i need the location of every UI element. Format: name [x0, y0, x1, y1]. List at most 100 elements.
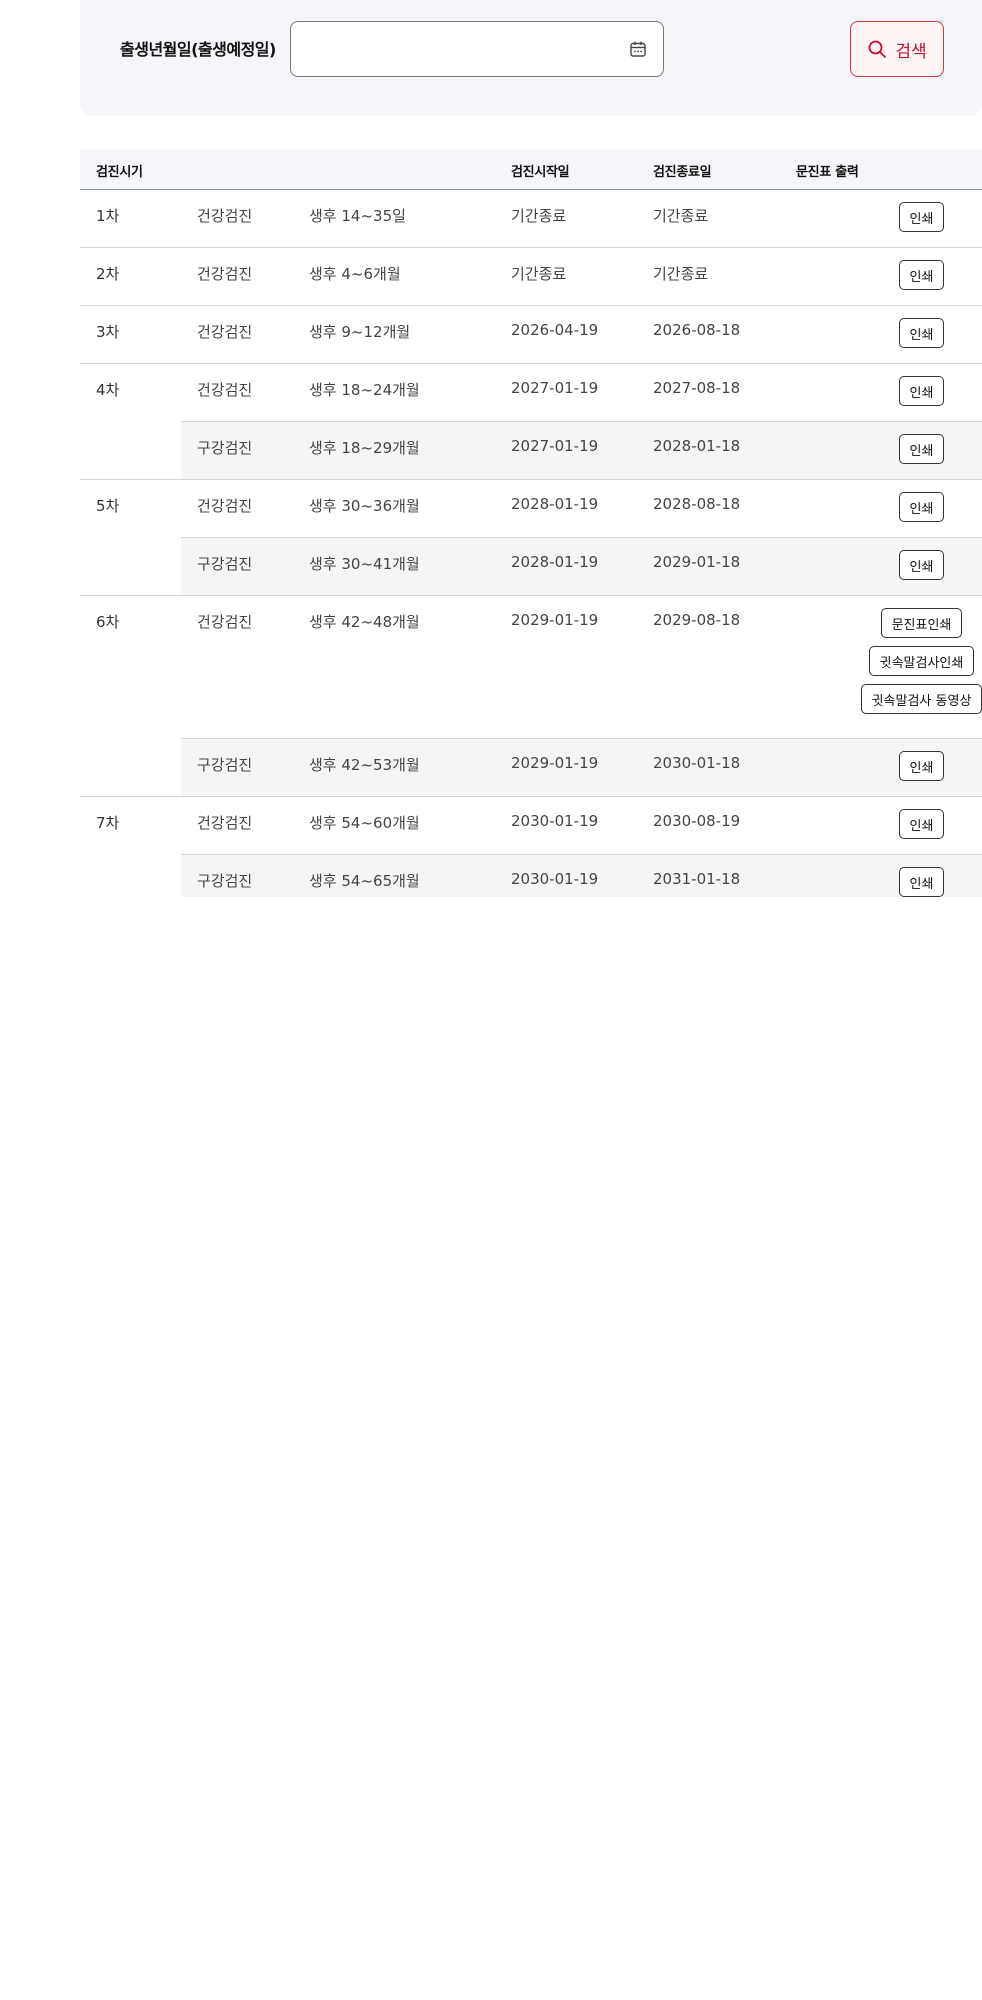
print-button[interactable]: 인쇄: [898, 751, 945, 781]
header-start-date: 검진시작일: [511, 165, 570, 180]
checkup-age-range: 생후 18~29개월: [309, 439, 420, 457]
checkup-end-date: 2028-08-18: [653, 495, 741, 513]
print-buttons: 인쇄: [861, 260, 982, 290]
birthdate-input[interactable]: [291, 22, 611, 76]
print-buttons: 인쇄: [861, 202, 982, 232]
print-button[interactable]: 인쇄: [898, 260, 945, 290]
checkup-age-range: 생후 30~36개월: [309, 497, 420, 515]
header-print: 문진표 출력: [796, 165, 859, 180]
print-button[interactable]: 인쇄: [898, 434, 945, 464]
print-button[interactable]: 인쇄: [898, 550, 945, 580]
checkup-age-range: 생후 42~53개월: [309, 756, 420, 774]
print-buttons: 인쇄: [861, 867, 982, 897]
search-button-label: 검색: [895, 41, 927, 62]
checkup-end-date: 2026-08-18: [653, 321, 741, 339]
table-row-group: 5차 건강검진 생후 30~36개월 2028-01-19 2028-08-18 인쇄 구강…: [80, 480, 982, 596]
checkup-end-date: 2029-01-18: [653, 553, 741, 571]
checkup-type: 건강검진: [197, 381, 253, 399]
print-buttons: 문진표인쇄귓속말검사인쇄귓속말검사 동영상: [860, 608, 982, 714]
table-row: 건강검진 생후 14~35일 기간종료 기간종료 인쇄: [181, 190, 982, 247]
checkup-type: 건강검진: [197, 497, 253, 515]
table-row-group: 4차 건강검진 생후 18~24개월 2027-01-19 2027-08-18 인쇄 구강…: [80, 364, 982, 480]
checkup-start-date: 2029-01-19: [511, 611, 599, 629]
checkup-type: 구강검진: [197, 439, 253, 457]
table-row: 건강검진 생후 42~48개월 2029-01-19 2029-08-18 문진표인쇄귓…: [181, 596, 982, 738]
checkup-start-date: 2029-01-19: [511, 754, 599, 772]
checkup-age-range: 생후 14~35일: [309, 207, 406, 225]
print-button[interactable]: 인쇄: [898, 492, 945, 522]
checkup-age-range: 생후 18~24개월: [309, 381, 420, 399]
print-buttons: 인쇄: [861, 550, 982, 580]
checkup-end-date: 2030-08-19: [653, 812, 741, 830]
checkup-start-date: 2027-01-19: [511, 379, 599, 397]
checkup-end-date: 기간종료: [653, 207, 709, 225]
checkup-age-range: 생후 9~12개월: [309, 323, 411, 341]
print-button[interactable]: 귓속말검사 동영상: [860, 684, 982, 714]
checkup-type: 건강검진: [197, 265, 253, 283]
checkup-start-date: 2030-01-19: [511, 812, 599, 830]
checkup-start-date: 2030-01-19: [511, 870, 599, 888]
search-button[interactable]: 검색: [850, 21, 944, 77]
print-button[interactable]: 문진표인쇄: [880, 608, 963, 638]
table-row: 구강검진 생후 30~41개월 2028-01-19 2029-01-18 인쇄: [181, 537, 982, 595]
table-row-group: 2차 건강검진 생후 4~6개월 기간종료 기간종료 인쇄: [80, 248, 982, 306]
checkup-age-range: 생후 54~65개월: [309, 872, 420, 890]
calendar-icon[interactable]: [629, 40, 647, 58]
checkup-period: 2차: [96, 265, 120, 283]
table-row-group: 7차 건강검진 생후 54~60개월 2030-01-19 2030-08-19 인쇄 구강…: [80, 797, 982, 897]
print-buttons: 인쇄: [861, 434, 982, 464]
checkup-end-date: 2029-08-18: [653, 611, 741, 629]
table-row: 건강검진 생후 18~24개월 2027-01-19 2027-08-18 인쇄: [181, 364, 982, 421]
checkup-period: 1차: [96, 207, 120, 225]
checkup-end-date: 2027-08-18: [653, 379, 741, 397]
checkup-type: 구강검진: [197, 756, 253, 774]
checkup-type: 건강검진: [197, 323, 253, 341]
table-row: 구강검진 생후 42~53개월 2029-01-19 2030-01-18 인쇄: [181, 738, 982, 796]
checkup-type: 구강검진: [197, 872, 253, 890]
table-row: 건강검진 생후 9~12개월 2026-04-19 2026-08-18 인쇄: [181, 306, 982, 363]
table-row-group: 1차 건강검진 생후 14~35일 기간종료 기간종료 인쇄: [80, 190, 982, 248]
table-header: 검진시기 검진시작일 검진종료일 문진표 출력: [80, 149, 982, 190]
checkup-age-range: 생후 54~60개월: [309, 814, 420, 832]
print-buttons: 인쇄: [861, 492, 982, 522]
print-button[interactable]: 인쇄: [898, 318, 945, 348]
header-period: 검진시기: [96, 165, 143, 180]
table-row: 건강검진 생후 54~60개월 2030-01-19 2030-08-19 인쇄: [181, 797, 982, 854]
checkup-type: 건강검진: [197, 207, 253, 225]
print-button[interactable]: 인쇄: [898, 809, 945, 839]
header-end-date: 검진종료일: [653, 165, 712, 180]
table-row: 건강검진 생후 4~6개월 기간종료 기간종료 인쇄: [181, 248, 982, 305]
print-buttons: 인쇄: [861, 751, 982, 781]
checkup-age-range: 생후 42~48개월: [309, 613, 420, 631]
print-button[interactable]: 인쇄: [898, 376, 945, 406]
checkup-start-date: 2026-04-19: [511, 321, 599, 339]
print-buttons: 인쇄: [861, 809, 982, 839]
table-row: 구강검진 생후 54~65개월 2030-01-19 2031-01-18 인쇄: [181, 854, 982, 897]
checkup-schedule-table: 검진시기 검진시작일 검진종료일 문진표 출력 1차 건강검진 생후 14~35일 기…: [80, 149, 982, 897]
checkup-type: 건강검진: [197, 613, 253, 631]
checkup-type: 구강검진: [197, 555, 253, 573]
checkup-period: 5차: [96, 497, 120, 515]
checkup-start-date: 기간종료: [511, 265, 567, 283]
checkup-start-date: 2028-01-19: [511, 553, 599, 571]
print-buttons: 인쇄: [861, 318, 982, 348]
search-panel: 출생년월일(출생예정일) 검색: [80, 0, 982, 116]
checkup-period: 7차: [96, 814, 120, 832]
print-buttons: 인쇄: [861, 376, 982, 406]
checkup-start-date: 기간종료: [511, 207, 567, 225]
print-button[interactable]: 귓속말검사인쇄: [868, 646, 975, 676]
checkup-end-date: 기간종료: [653, 265, 709, 283]
checkup-end-date: 2030-01-18: [653, 754, 741, 772]
table-row: 구강검진 생후 18~29개월 2027-01-19 2028-01-18 인쇄: [181, 421, 982, 479]
search-icon: [868, 40, 887, 58]
checkup-period: 6차: [96, 613, 120, 631]
table-row: 건강검진 생후 30~36개월 2028-01-19 2028-08-18 인쇄: [181, 480, 982, 537]
print-button[interactable]: 인쇄: [898, 202, 945, 232]
birthdate-field[interactable]: [290, 21, 664, 77]
print-button[interactable]: 인쇄: [898, 867, 945, 897]
checkup-age-range: 생후 30~41개월: [309, 555, 420, 573]
table-row-group: 3차 건강검진 생후 9~12개월 2026-04-19 2026-08-18 인쇄: [80, 306, 982, 364]
checkup-period: 3차: [96, 323, 120, 341]
checkup-start-date: 2028-01-19: [511, 495, 599, 513]
checkup-end-date: 2028-01-18: [653, 437, 741, 455]
